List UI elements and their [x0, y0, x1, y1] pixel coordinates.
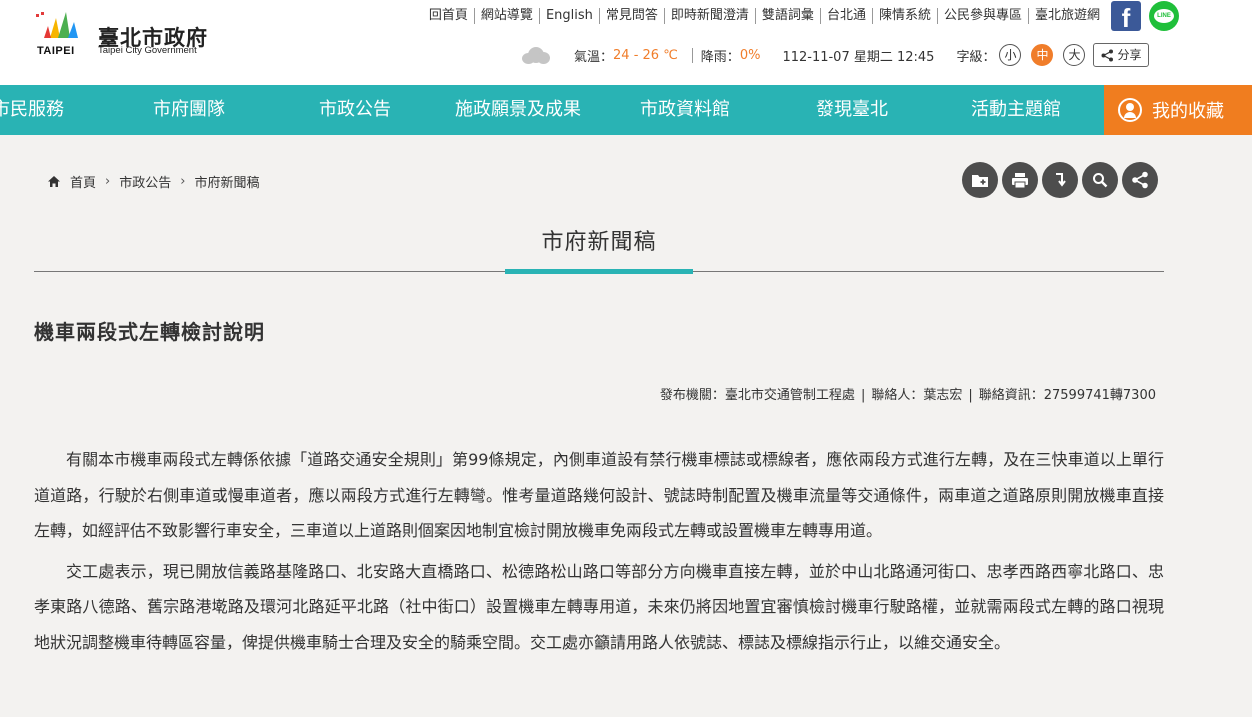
- breadcrumb-current[interactable]: 市府新聞稿: [194, 172, 259, 191]
- print-button[interactable]: [1002, 162, 1038, 198]
- nav-item-archive[interactable]: 市政資料館: [640, 85, 730, 135]
- search-icon: [1093, 173, 1108, 188]
- top-link-civic-participation[interactable]: 公民參與專區: [936, 8, 1028, 24]
- back-button[interactable]: [1042, 162, 1078, 198]
- rain-label: 降雨：: [700, 49, 740, 65]
- breadcrumb-separator: ›: [105, 174, 111, 189]
- font-size-small-button[interactable]: 小: [999, 44, 1022, 66]
- meta-separator: |: [860, 388, 866, 403]
- top-link-home[interactable]: 回首頁: [423, 8, 474, 24]
- search-button[interactable]: [1082, 162, 1118, 198]
- font-size-label: 字級：: [956, 49, 996, 65]
- site-logo[interactable]: TAIPEI 臺北市政府 Taipei City Government: [36, 8, 226, 62]
- font-size-large-button[interactable]: 大: [1063, 44, 1086, 66]
- breadcrumb-separator: ›: [180, 174, 186, 189]
- top-link-english[interactable]: English: [538, 8, 599, 24]
- temperature-value: 24 - 26 ℃: [613, 47, 678, 63]
- title-accent-bar: [505, 269, 693, 274]
- top-link-taipeipass[interactable]: 台北通: [819, 8, 872, 24]
- logo-taipei-text: TAIPEI: [37, 45, 75, 57]
- favorites-button[interactable]: 我的收藏: [1104, 85, 1252, 135]
- page-title: 市府新聞稿: [541, 230, 657, 255]
- site-header: TAIPEI 臺北市政府 Taipei City Government 回首頁 …: [0, 0, 1252, 85]
- rain-value: 0%: [739, 47, 761, 63]
- article-paragraph: 交工處表示，現已開放信義路基隆路口、北安路大直橋路口、松德路松山路口等部分方向機…: [34, 561, 1164, 652]
- nav-item-vision-results[interactable]: 施政願景及成果: [455, 85, 581, 135]
- weather-divider: [691, 47, 693, 63]
- article-contact-info: 聯絡資訊：27599741轉7300: [978, 388, 1156, 403]
- temperature-label: 氣溫：: [574, 49, 614, 65]
- line-icon-label: LINE: [1154, 9, 1174, 23]
- breadcrumb-announcements[interactable]: 市政公告: [119, 172, 171, 191]
- share-icon: [1101, 49, 1114, 61]
- nav-item-city-team[interactable]: 市府團隊: [153, 85, 225, 135]
- nav-item-announcements[interactable]: 市政公告: [319, 85, 391, 135]
- top-link-sitemap[interactable]: 網站導覽: [473, 8, 539, 24]
- share-button[interactable]: 分享: [1093, 43, 1150, 67]
- folder-add-icon: [972, 175, 988, 187]
- top-link-glossary[interactable]: 雙語詞彙: [754, 8, 820, 24]
- current-datetime: 112-11-07 星期二 12:45: [782, 49, 935, 65]
- user-icon: [1118, 98, 1142, 122]
- nav-item-citizen-services[interactable]: 市民服務: [0, 85, 64, 135]
- top-link-petition[interactable]: 陳情系統: [871, 8, 937, 24]
- cloud-icon: [520, 46, 550, 64]
- home-icon: [48, 176, 60, 187]
- nav-item-theme-events[interactable]: 活動主題館: [971, 85, 1061, 135]
- top-link-news-clarification[interactable]: 即時新聞澄清: [663, 8, 755, 24]
- font-size-medium-button[interactable]: 中: [1031, 44, 1054, 66]
- breadcrumb-home[interactable]: 首頁: [70, 172, 96, 191]
- nav-item-discover-taipei[interactable]: 發現臺北: [816, 85, 888, 135]
- printer-icon: [1012, 172, 1028, 188]
- favorites-label: 我的收藏: [1152, 101, 1224, 122]
- share-tool-button[interactable]: [1122, 162, 1158, 198]
- article-publisher: 發布機關：臺北市交通管制工程處: [659, 388, 855, 403]
- article-contact: 聯絡人：葉志宏: [871, 388, 963, 403]
- logo-english-name: Taipei City Government: [98, 45, 197, 56]
- main-nav: 市民服務 市府團隊 市政公告 施政願景及成果 市政資料館 發現臺北 活動主題館 …: [0, 85, 1252, 135]
- article-body: 有關本市機車兩段式左轉係依據「道路交通安全規則」第99條規定，內側車道設有禁行機…: [34, 442, 1164, 660]
- top-links: 回首頁 網站導覽 English 常見問答 即時新聞澄清 雙語詞彙 台北通 陳情…: [423, 8, 1106, 24]
- line-icon[interactable]: LINE: [1149, 1, 1179, 31]
- share-button-label: 分享: [1117, 48, 1142, 62]
- facebook-icon[interactable]: f: [1111, 1, 1141, 33]
- return-icon: [1056, 173, 1066, 187]
- top-link-travel[interactable]: 臺北旅遊網: [1027, 8, 1106, 24]
- article-meta: 發布機關：臺北市交通管制工程處 | 聯絡人：葉志宏 | 聯絡資訊：27599741轉73…: [660, 384, 1156, 403]
- breadcrumb: 首頁 › 市政公告 › 市府新聞稿: [48, 172, 259, 191]
- article-paragraph: 有關本市機車兩段式左轉係依據「道路交通安全規則」第99條規定，內側車道設有禁行機…: [34, 450, 1164, 540]
- page-tools: [962, 162, 1162, 198]
- meta-separator: |: [968, 388, 973, 403]
- add-folder-button[interactable]: [962, 162, 998, 198]
- weather-bar: 氣溫： 24 - 26 ℃ 降雨： 0% 112-11-07 星期二 12:45…: [520, 42, 1150, 68]
- share-icon: [1132, 171, 1148, 189]
- article-title: 機車兩段式左轉檢討說明: [34, 320, 265, 344]
- top-link-faq[interactable]: 常見問答: [598, 8, 664, 24]
